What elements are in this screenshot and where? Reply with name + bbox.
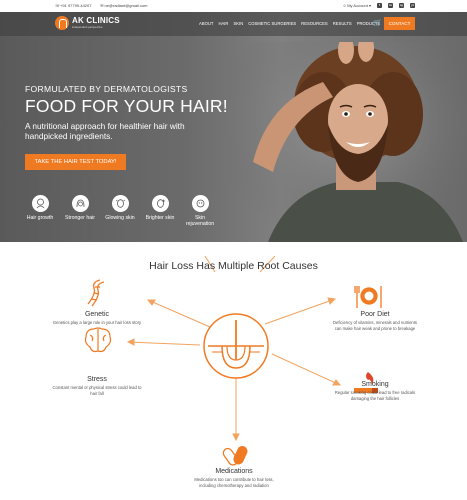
cause-description: Deficiency of vitamins, minerals and nut… <box>332 320 418 331</box>
top-bar: ☏+91 97799-44207 ✉ne@radiant@gmail.com ☺… <box>0 0 467 12</box>
hair-growth-icon <box>31 195 49 212</box>
instagram-icon[interactable]: ig <box>399 3 404 8</box>
logo-name: AK CLINICS <box>72 16 120 25</box>
hero-subtitle: A nutritional approach for healthier hai… <box>25 121 185 141</box>
arrow-genetic <box>147 299 211 328</box>
hero-kicker: FORMULATED BY DERMATOLOGISTS <box>25 84 188 94</box>
benefit-item: Hair growth <box>25 195 55 227</box>
contact-button[interactable]: CONTACT <box>384 17 415 30</box>
cause-description: Constant mental or physical stress could… <box>52 385 142 396</box>
skin-rejuvenation-icon <box>191 195 209 212</box>
cause-description: Medications too can contribute to hair l… <box>194 477 274 488</box>
benefit-label: Brighter skin <box>145 215 175 221</box>
root-causes-section: Hair Loss Has Multiple Root Causes Genet… <box>0 242 467 500</box>
cause-poor-diet: Poor Diet Deficiency of vitamins, minera… <box>330 311 420 331</box>
dna-icon <box>87 279 105 307</box>
nav-item-results[interactable]: RESULTS <box>333 21 352 26</box>
brighter-skin-icon <box>151 195 169 212</box>
hair-follicle-icon <box>203 313 269 379</box>
logo-tagline: independent perspective <box>72 25 103 29</box>
logo-icon <box>55 16 69 30</box>
hero-banner: AK CLINICS independent perspective ABOUT… <box>0 12 467 242</box>
cause-genetic: Genetic Genetics play a large role in yo… <box>52 311 142 326</box>
pills-icon <box>222 445 248 466</box>
cause-medications: Medications Medications too can contribu… <box>189 468 279 488</box>
nav-item-cosmetic-surgeries[interactable]: COSMETIC SURGERIES <box>248 21 296 26</box>
cause-description: Genetics play a large role in your hair … <box>52 320 142 325</box>
glowing-skin-icon <box>111 195 129 212</box>
benefit-label: Skin rejuvenation <box>185 215 215 227</box>
cause-title: Stress <box>87 376 107 383</box>
linkedin-icon[interactable]: in <box>388 3 393 8</box>
cause-stress: Stress Constant mental or physical stres… <box>52 376 142 396</box>
arrow-poor-diet <box>264 298 336 325</box>
benefits-row: Hair growth Stronger hair Glowing skin B… <box>25 195 215 227</box>
benefit-item: Stronger hair <box>65 195 95 227</box>
youtube-icon[interactable]: yt <box>410 3 415 8</box>
nav-item-hair[interactable]: HAIR <box>218 21 228 26</box>
phone-number: +91 97799-44207 <box>60 3 92 8</box>
causes-diagram <box>84 255 382 466</box>
stronger-hair-icon <box>71 195 89 212</box>
benefit-item: Brighter skin <box>145 195 175 227</box>
hero-text-block: FORMULATED BY DERMATOLOGISTS FOOD FOR YO… <box>25 84 228 141</box>
plate-cutlery-icon <box>354 286 382 308</box>
nav-item-skin[interactable]: SKIN <box>233 21 243 26</box>
cause-smoking: Smoking Regular smoking could lead to fr… <box>330 381 420 401</box>
facebook-icon[interactable]: f <box>377 3 382 8</box>
cause-title: Medications <box>215 468 253 475</box>
email-address: ne@radiant@gmail.com <box>104 3 148 8</box>
benefit-label: Stronger hair <box>65 215 95 221</box>
brain-icon <box>84 327 112 353</box>
my-account-label: My Account <box>347 3 368 8</box>
hair-test-button[interactable]: TAKE THE HAIR TEST TODAY! <box>25 154 126 170</box>
nav-menu: ABOUT HAIR SKIN COSMETIC SURGERIES RESOU… <box>199 21 380 26</box>
cause-description: Regular smoking could lead to free radic… <box>334 390 416 401</box>
benefit-item: Skin rejuvenation <box>185 195 215 227</box>
cause-title: Genetic <box>84 311 110 318</box>
phone-contact[interactable]: ☏+91 97799-44207 <box>55 3 91 8</box>
cause-title: Smoking <box>361 381 389 388</box>
nav-item-resources[interactable]: RESOURCES <box>301 21 328 26</box>
benefit-item: Glowing skin <box>105 195 135 227</box>
causes-title: Hair Loss Has Multiple Root Causes <box>149 260 318 272</box>
my-account-link[interactable]: ☺My Account ▾ <box>342 3 371 8</box>
hero-model-image <box>228 42 467 242</box>
hero-title: FOOD FOR YOUR HAIR! <box>25 96 228 116</box>
arrow-stress <box>127 341 201 346</box>
benefit-label: Glowing skin <box>105 215 135 221</box>
main-navigation: AK CLINICS independent perspective ABOUT… <box>0 12 467 36</box>
site-logo[interactable]: AK CLINICS independent perspective <box>55 16 120 30</box>
benefit-label: Hair growth <box>26 215 54 221</box>
cause-title: Poor Diet <box>360 311 390 318</box>
nav-item-about[interactable]: ABOUT <box>199 21 213 26</box>
cart-icon[interactable]: 🛒 <box>373 19 382 27</box>
email-contact[interactable]: ✉ne@radiant@gmail.com <box>99 3 147 8</box>
